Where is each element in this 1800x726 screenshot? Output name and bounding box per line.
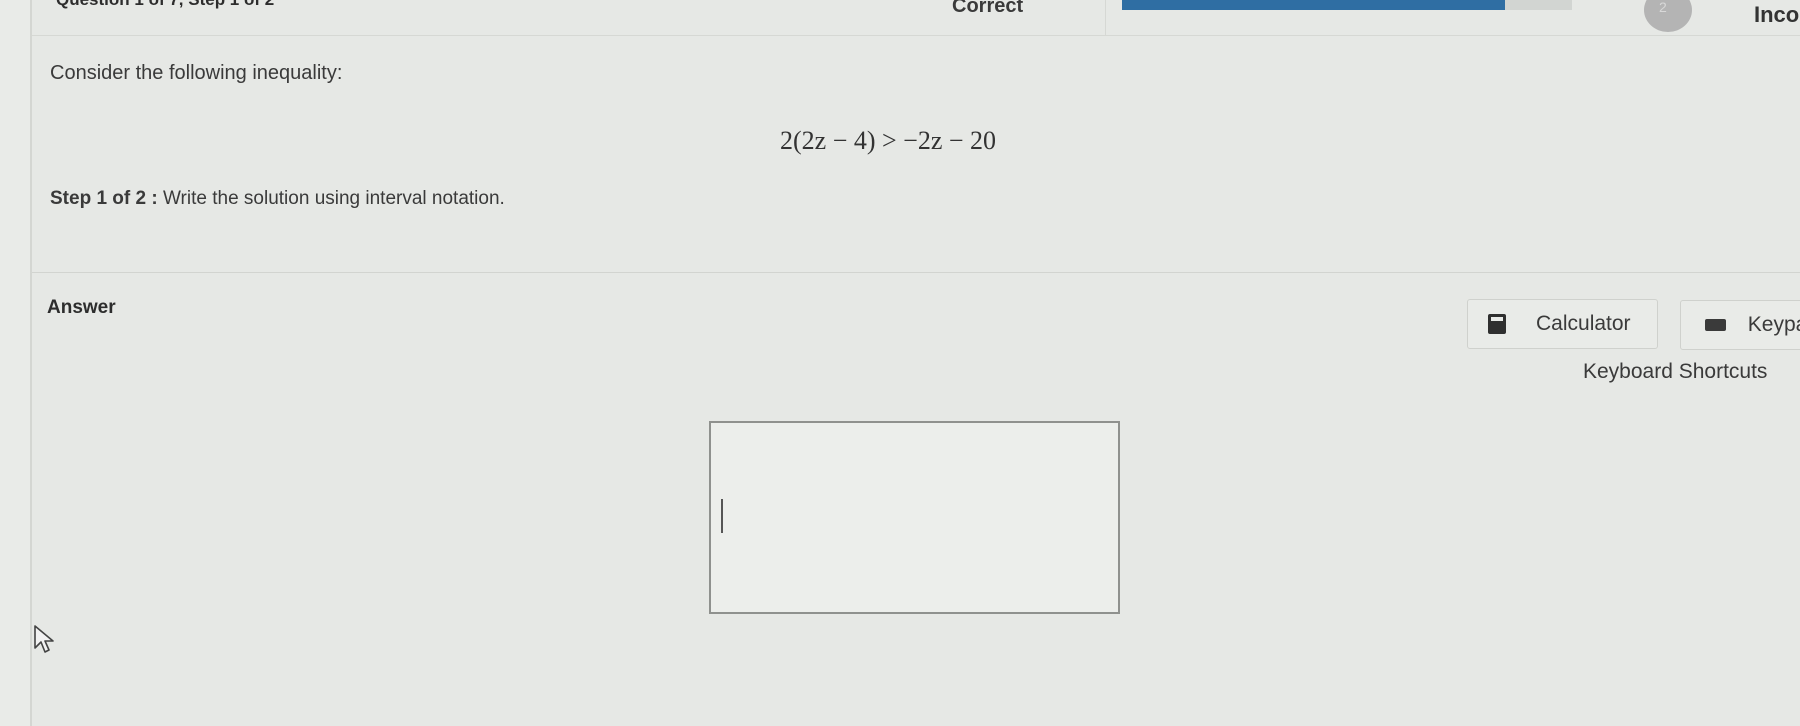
inequality-equation: 2(2z − 4) > −2z − 20 <box>780 126 997 155</box>
correct-label: Correct <box>952 0 1024 17</box>
answer-label: Answer <box>47 297 116 318</box>
incorrect-label: Incorrect <box>1754 2 1800 27</box>
progress-fill <box>1122 0 1505 10</box>
keyboard-shortcuts-link[interactable]: Keyboard Shortcuts <box>1583 360 1767 384</box>
problem-prompt: Consider the following inequality: <box>50 62 343 84</box>
calculator-icon <box>1488 314 1506 334</box>
avatar[interactable]: 2 <box>1644 0 1692 32</box>
top-bar: Question 1 of 7, Step 1 of 2 Correct 2 I… <box>32 0 1800 36</box>
keypad-button[interactable]: Keypad <box>1680 300 1800 350</box>
header-divider <box>1105 0 1106 36</box>
step-label: Step 1 of 2 : <box>50 188 158 209</box>
question-title: Question 1 of 7, Step 1 of 2 <box>56 0 274 10</box>
page: Question 1 of 7, Step 1 of 2 Correct 2 I… <box>0 0 1800 726</box>
keypad-label: Keypad <box>1747 313 1800 336</box>
answer-input[interactable] <box>709 421 1120 614</box>
keyboard-icon <box>1705 319 1726 331</box>
step-instruction: Step 1 of 2 : Write the solution using i… <box>50 188 505 210</box>
calculator-label: Calculator <box>1536 312 1631 335</box>
calculator-button[interactable]: Calculator <box>1467 299 1658 349</box>
step-text: Write the solution using interval notati… <box>162 188 505 209</box>
section-divider <box>32 272 1800 273</box>
avatar-text: 2 <box>1659 0 1667 15</box>
left-gutter <box>0 0 32 726</box>
mouse-pointer-icon <box>34 625 54 653</box>
text-caret <box>721 499 723 533</box>
progress-bar <box>1122 0 1572 10</box>
